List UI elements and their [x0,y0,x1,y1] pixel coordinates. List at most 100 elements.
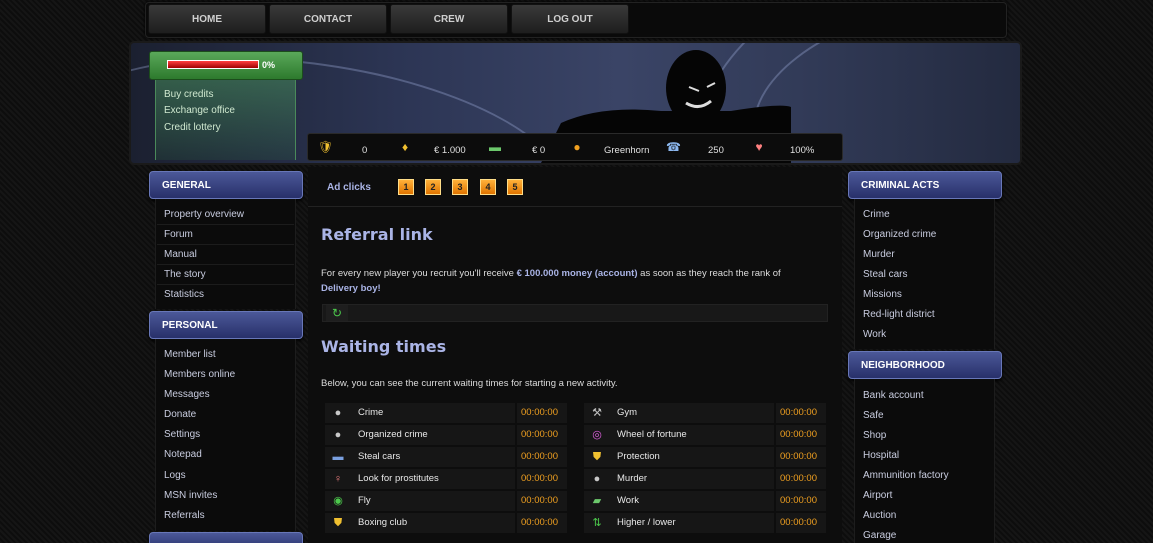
ad-clicks-bar [308,167,842,207]
waiting-label: Work [617,495,639,506]
bank-account-link[interactable]: Bank account [863,390,924,401]
referral-money: € 100.000 money (account) [516,268,638,279]
ad-click-5-button[interactable]: 5 [507,179,523,195]
medal-icon: ● [573,140,581,154]
money-bag-icon: ♦ [401,140,409,154]
bomb-icon: ● [593,473,601,485]
safe-link[interactable]: Safe [863,410,884,421]
waiting-label: Protection [617,451,660,462]
logs-link[interactable]: Logs [164,470,186,481]
refresh-icon[interactable]: ↻ [326,305,348,321]
notepad-link[interactable]: Notepad [164,449,202,460]
hospital-link[interactable]: Hospital [863,450,899,461]
woman-icon: ♀ [333,473,343,485]
money-icon: ▰ [592,495,602,507]
steal-cars-link[interactable]: Steal cars [863,269,907,280]
waiting-row: ⛊ Protection 00:00:00 [584,447,826,467]
stat-bank: € 0 [532,145,546,156]
waiting-row: ⛊ Boxing club 00:00:00 [325,513,567,533]
waiting-time: 00:00:00 [521,517,558,528]
referrals-link[interactable]: Referrals [164,510,205,521]
ad-click-4-button[interactable]: 4 [480,179,496,195]
waiting-label: Wheel of fortune [617,429,687,440]
waiting-intro: Below, you can see the current waiting t… [321,378,618,389]
waiting-row: ♀ Look for prostitutes 00:00:00 [325,469,567,489]
donate-link[interactable]: Donate [164,409,196,420]
waiting-label: Boxing club [358,517,408,528]
nav-home-button[interactable]: HOME [148,4,266,34]
referral-text: For every new player you recruit you'll … [321,268,781,294]
stat-protection: 0 [362,145,368,156]
member-list-link[interactable]: Member list [164,349,216,360]
waiting-row: ▬ Steal cars 00:00:00 [325,447,567,467]
ad-click-1-button[interactable]: 1 [398,179,414,195]
nav-crew-button[interactable]: CREW [390,4,508,34]
ad-clicks-label: Ad clicks [327,182,371,193]
forum-link[interactable]: Forum [164,229,193,240]
waiting-row: ● Murder 00:00:00 [584,469,826,489]
settings-link[interactable]: Settings [164,429,200,440]
heart-icon: ♥ [755,140,763,154]
wrench-icon: ⚒ [592,407,602,419]
buy-credits-link[interactable]: Buy credits [164,89,213,100]
waiting-label: Crime [358,407,384,418]
globe-icon: ◉ [333,495,343,507]
phone-icon: ☎ [666,140,681,154]
messages-link[interactable]: Messages [164,389,210,400]
progress-label: 0% [262,60,276,70]
waiting-row: ▰ Work 00:00:00 [584,491,826,511]
murder-link[interactable]: Murder [863,249,895,260]
waiting-label: Look for prostitutes [358,473,439,484]
referral-link-field[interactable] [322,304,828,322]
airport-link[interactable]: Airport [863,490,892,501]
the-story-link[interactable]: The story [164,269,206,280]
crime-link[interactable]: Crime [863,209,890,220]
auction-link[interactable]: Auction [863,510,896,521]
wheel-icon: ◎ [592,429,602,441]
stat-cash: € 1.000 [434,145,466,156]
stat-phone: 250 [708,145,724,156]
stat-rank: Greenhorn [604,145,650,156]
manual-link[interactable]: Manual [164,249,197,260]
ammunition-factory-link[interactable]: Ammunition factory [863,470,949,481]
shield-icon: ⛊ [333,517,343,529]
statistics-link[interactable]: Statistics [164,289,204,300]
waiting-row: ◉ Fly 00:00:00 [325,491,567,511]
bomb-icon: ● [334,407,342,419]
waiting-row: ⚒ Gym 00:00:00 [584,403,826,423]
ad-click-3-button[interactable]: 3 [452,179,468,195]
referral-rank: Delivery boy! [321,283,381,294]
nav-logout-button[interactable]: LOG OUT [511,4,629,34]
red-light-district-link[interactable]: Red-light district [863,309,935,320]
general-panel-header: GENERAL [149,171,303,199]
garage-link[interactable]: Garage [863,530,896,541]
waiting-time: 00:00:00 [780,473,817,484]
credit-lottery-link[interactable]: Credit lottery [164,122,221,133]
personal-panel-header: PERSONAL [149,311,303,339]
stat-health: 100% [790,145,815,156]
waiting-time: 00:00:00 [521,495,558,506]
waiting-times-title: Waiting times [321,337,447,356]
waiting-time: 00:00:00 [780,429,817,440]
members-online-link[interactable]: Members online [164,369,235,380]
property-overview-link[interactable]: Property overview [164,209,244,220]
neighborhood-panel-header: NEIGHBORHOOD [848,351,1002,379]
waiting-row: ⇅ Higher / lower 00:00:00 [584,513,826,533]
ad-click-2-button[interactable]: 2 [425,179,441,195]
bomb-icon: ● [334,429,342,441]
car-icon: ▬ [332,451,344,463]
organized-crime-link[interactable]: Organized crime [863,229,936,240]
waiting-time: 00:00:00 [780,517,817,528]
work-link[interactable]: Work [863,329,886,340]
shield-icon: ⛊ [592,451,602,463]
waiting-time: 00:00:00 [521,473,558,484]
msn-invites-link[interactable]: MSN invites [164,490,217,501]
waiting-label: Murder [617,473,648,484]
waiting-time: 00:00:00 [780,495,817,506]
missions-link[interactable]: Missions [863,289,902,300]
waiting-label: Steal cars [358,451,401,462]
nav-contact-button[interactable]: CONTACT [269,4,387,34]
banknote-icon: ▬ [489,140,501,154]
shop-link[interactable]: Shop [863,430,886,441]
exchange-office-link[interactable]: Exchange office [164,105,235,116]
